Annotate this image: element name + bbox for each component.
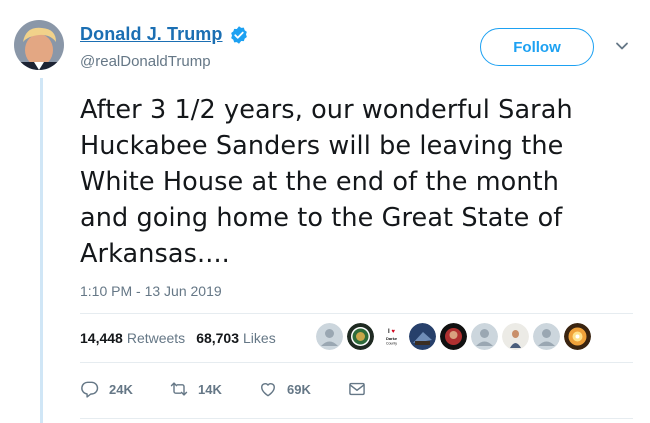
svg-text:I ♥: I ♥: [388, 329, 395, 335]
divider-bottom: [80, 362, 633, 363]
engagement-stats: 14,448 Retweets 68,703 Likes: [80, 330, 276, 346]
liker-avatar[interactable]: [316, 323, 343, 350]
liker-avatar[interactable]: [564, 323, 591, 350]
author-handle[interactable]: @realDonaldTrump: [80, 53, 211, 70]
liker-avatar[interactable]: [502, 323, 529, 350]
direct-message-icon: [349, 382, 365, 396]
like-count: 69K: [287, 381, 311, 397]
svg-text:County: County: [386, 342, 397, 346]
retweets-label: Retweets: [126, 330, 186, 346]
liker-avatars: I ♥ Darke County: [316, 323, 595, 350]
liker-avatar[interactable]: [440, 323, 467, 350]
retweet-button[interactable]: 14K: [169, 379, 258, 399]
like-heart-icon: [261, 383, 275, 397]
direct-message-button[interactable]: [347, 379, 367, 399]
liker-avatar[interactable]: [533, 323, 560, 350]
retweet-count: 14K: [198, 381, 222, 397]
thread-connector-line: [40, 78, 43, 423]
reply-count: 24K: [109, 381, 133, 397]
divider-footer: [80, 418, 633, 419]
tweet-actions: 24K 14K 69K: [80, 379, 367, 399]
liker-avatar[interactable]: [409, 323, 436, 350]
chevron-down-icon[interactable]: [614, 38, 630, 54]
liker-avatar[interactable]: [471, 323, 498, 350]
likes-count: 68,703: [196, 330, 240, 346]
verified-badge-icon: [230, 25, 247, 44]
likes-stat[interactable]: 68,703 Likes: [196, 330, 276, 346]
liker-avatar[interactable]: I ♥ Darke County: [378, 323, 405, 350]
reply-button[interactable]: 24K: [80, 379, 169, 399]
follow-button[interactable]: Follow: [480, 28, 594, 66]
like-button[interactable]: 69K: [258, 379, 347, 399]
author-display-name[interactable]: Donald J. Trump: [80, 24, 223, 45]
author-name-row: Donald J. Trump: [80, 24, 249, 45]
tweet-timestamp[interactable]: 1:10 PM - 13 Jun 2019: [80, 283, 222, 299]
retweets-count: 14,448: [80, 330, 123, 346]
tweet-text: After 3 1/2 years, our wonderful Sarah H…: [80, 95, 573, 269]
retweet-icon: [170, 382, 188, 396]
reply-icon: [81, 381, 99, 398]
svg-text:Darke: Darke: [386, 336, 398, 341]
author-avatar[interactable]: [14, 20, 64, 70]
divider-top: [80, 313, 633, 314]
likes-label: Likes: [243, 330, 276, 346]
liker-avatar[interactable]: [347, 323, 374, 350]
retweets-stat[interactable]: 14,448 Retweets: [80, 330, 185, 346]
